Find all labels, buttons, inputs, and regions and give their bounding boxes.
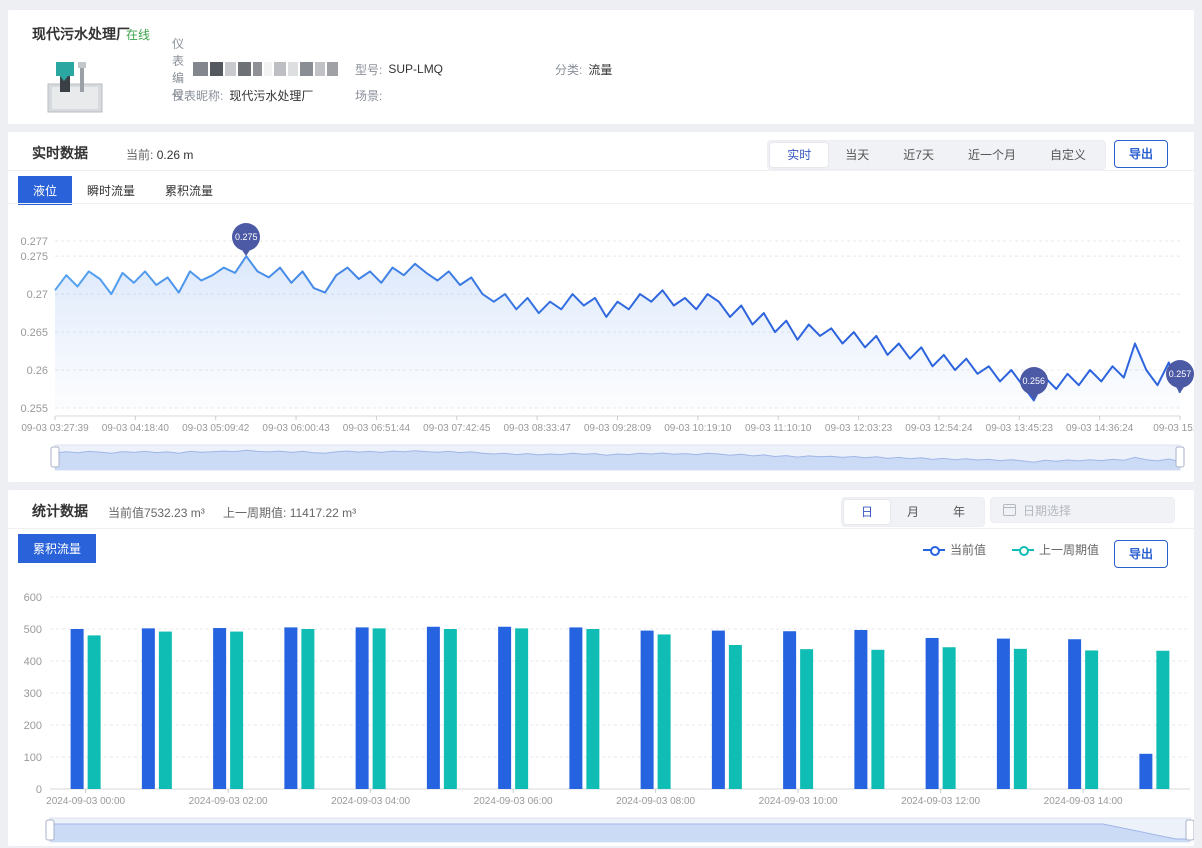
bar-current bbox=[569, 627, 582, 789]
bar-slider-left-handle[interactable] bbox=[46, 820, 54, 840]
svg-text:0.275: 0.275 bbox=[20, 251, 48, 263]
svg-text:09-03 13:45:23: 09-03 13:45:23 bbox=[986, 423, 1054, 434]
category-label: 分类: bbox=[555, 61, 582, 78]
line-slider-right-handle[interactable] bbox=[1176, 447, 1184, 467]
svg-text:2024-09-03 10:00: 2024-09-03 10:00 bbox=[759, 796, 838, 807]
svg-text:09-03 03:27:39: 09-03 03:27:39 bbox=[21, 423, 89, 434]
bar-current bbox=[783, 631, 796, 789]
bar-current bbox=[284, 627, 297, 789]
bar-current bbox=[854, 630, 867, 789]
line-x-axis: 09-03 03:27:39 09-03 04:18:40 09-03 05:09:… bbox=[21, 416, 1194, 434]
bar-previous bbox=[871, 650, 884, 789]
bar-previous bbox=[658, 634, 671, 789]
bar-slider-right-handle[interactable] bbox=[1186, 820, 1194, 840]
svg-text:09-03 06:00:43: 09-03 06:00:43 bbox=[262, 423, 330, 434]
bar-datazoom-slider[interactable] bbox=[46, 818, 1194, 842]
bar-current bbox=[1068, 639, 1081, 789]
bar-current bbox=[926, 638, 939, 789]
bar-previous bbox=[1156, 651, 1169, 789]
bar-previous bbox=[444, 629, 457, 789]
bar-current bbox=[997, 639, 1010, 789]
bar-previous bbox=[1014, 649, 1027, 789]
line-slider-left-handle[interactable] bbox=[51, 447, 59, 467]
svg-text:09-03 04:18:40: 09-03 04:18:40 bbox=[102, 423, 170, 434]
scene-label: 场景: bbox=[355, 87, 382, 104]
level-line-chart: 0.2770.2750.270.2650.260.25509-03 03:27:… bbox=[8, 132, 1194, 482]
svg-text:09-03 06:51:44: 09-03 06:51:44 bbox=[343, 423, 411, 434]
bar-previous bbox=[230, 632, 243, 789]
svg-text:100: 100 bbox=[24, 752, 42, 764]
device-header-card: 现代污水处理厂 在线 仪表编号: 型号: SUP-LMQ 分类: bbox=[8, 10, 1194, 124]
svg-text:2024-09-03 08:00: 2024-09-03 08:00 bbox=[616, 796, 695, 807]
svg-text:0.277: 0.277 bbox=[20, 236, 48, 248]
svg-text:2024-09-03 06:00: 2024-09-03 06:00 bbox=[474, 796, 553, 807]
bar-previous bbox=[373, 628, 386, 789]
bar-current bbox=[641, 631, 654, 789]
bar-current bbox=[213, 628, 226, 789]
min-value-marker: 0.256 bbox=[1020, 367, 1048, 395]
nickname-value: 现代污水处理厂 bbox=[229, 87, 313, 104]
svg-text:600: 600 bbox=[24, 592, 42, 604]
svg-text:300: 300 bbox=[24, 688, 42, 700]
svg-text:09-03 10:19:10: 09-03 10:19:10 bbox=[664, 423, 732, 434]
bar-previous bbox=[301, 629, 314, 789]
bar-previous bbox=[800, 649, 813, 789]
svg-text:0.27: 0.27 bbox=[27, 289, 48, 301]
svg-text:400: 400 bbox=[24, 656, 42, 668]
last-value-marker: 0.257 bbox=[1166, 360, 1194, 388]
svg-text:2024-09-03 04:00: 2024-09-03 04:00 bbox=[331, 796, 410, 807]
svg-text:09-03 15:27: 09-03 15:27 bbox=[1153, 423, 1194, 434]
svg-text:2024-09-03 14:00: 2024-09-03 14:00 bbox=[1044, 796, 1123, 807]
bar-previous bbox=[1085, 650, 1098, 789]
svg-text:200: 200 bbox=[24, 720, 42, 732]
device-info-grid: 仪表编号: 型号: SUP-LMQ 分类: 流量 仪表昵称: 现代污水处理厂 场… bbox=[172, 56, 612, 108]
svg-text:09-03 05:09:42: 09-03 05:09:42 bbox=[182, 423, 250, 434]
bar-current bbox=[356, 627, 369, 789]
online-status-badge: 在线 bbox=[126, 26, 150, 43]
device-photo bbox=[46, 54, 104, 114]
line-datazoom-slider[interactable] bbox=[51, 445, 1184, 470]
realtime-data-card: 实时数据 当前: 0.26 m 实时当天近7天近一个月自定义 导出 液位瞬时流量… bbox=[8, 132, 1194, 482]
bar-previous bbox=[586, 629, 599, 789]
svg-text:0.265: 0.265 bbox=[20, 327, 48, 339]
svg-text:500: 500 bbox=[24, 624, 42, 636]
svg-text:09-03 07:42:45: 09-03 07:42:45 bbox=[423, 423, 491, 434]
category-value: 流量 bbox=[588, 61, 612, 78]
bar-previous bbox=[159, 632, 172, 789]
bar-previous bbox=[515, 628, 528, 789]
model-value: SUP-LMQ bbox=[388, 62, 443, 76]
stats-data-card: 统计数据 当前值7532.23 m³ 上一周期值: 11417.22 m³ 日月… bbox=[8, 490, 1194, 846]
bar-current bbox=[1139, 754, 1152, 789]
svg-text:09-03 12:54:24: 09-03 12:54:24 bbox=[905, 423, 973, 434]
svg-text:09-03 08:33:47: 09-03 08:33:47 bbox=[504, 423, 572, 434]
svg-text:0.255: 0.255 bbox=[20, 403, 48, 415]
bar-current bbox=[498, 627, 511, 789]
bar-previous bbox=[729, 645, 742, 789]
bar-current bbox=[712, 631, 725, 789]
device-name: 现代污水处理厂 bbox=[32, 24, 130, 44]
bar-previous bbox=[88, 635, 101, 789]
bar-previous bbox=[943, 647, 956, 789]
redacted-serial bbox=[193, 62, 338, 76]
nickname-label: 仪表昵称: bbox=[172, 87, 223, 104]
svg-text:2024-09-03 12:00: 2024-09-03 12:00 bbox=[901, 796, 980, 807]
svg-text:0: 0 bbox=[36, 784, 42, 796]
svg-text:09-03 12:03:23: 09-03 12:03:23 bbox=[825, 423, 893, 434]
svg-text:0.26: 0.26 bbox=[27, 365, 48, 377]
device-photo-graphic bbox=[46, 54, 104, 114]
bar-current bbox=[142, 628, 155, 789]
bar-current bbox=[71, 629, 84, 789]
model-label: 型号: bbox=[355, 61, 382, 78]
svg-text:09-03 14:36:24: 09-03 14:36:24 bbox=[1066, 423, 1134, 434]
bar-series bbox=[71, 627, 1170, 789]
svg-text:2024-09-03 02:00: 2024-09-03 02:00 bbox=[189, 796, 268, 807]
svg-text:09-03 11:10:10: 09-03 11:10:10 bbox=[745, 423, 812, 434]
bar-current bbox=[427, 627, 440, 789]
svg-text:09-03 09:28:09: 09-03 09:28:09 bbox=[584, 423, 652, 434]
svg-text:2024-09-03 00:00: 2024-09-03 00:00 bbox=[46, 796, 125, 807]
flow-bar-chart: 600 500 400 300 200 100 0 2024-09-03 00:00 2024-… bbox=[8, 490, 1194, 846]
